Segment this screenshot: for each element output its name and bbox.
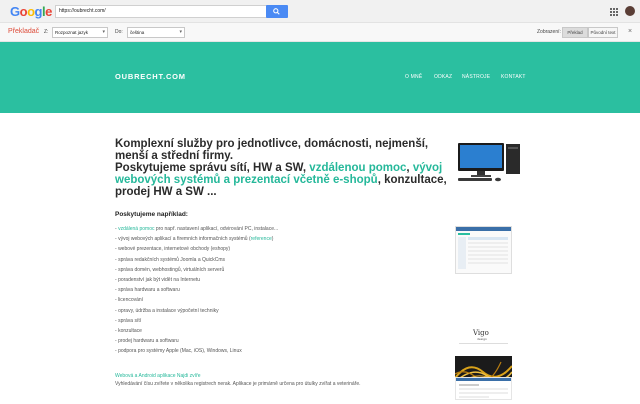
brand-logo-image: Vigo design: [459, 329, 508, 344]
services-list: - vzdálená pomoc pro např. nastavení apl…: [115, 224, 445, 356]
logo-letter: G: [10, 4, 20, 19]
main-content: Komplexní služby pro jednotlivce, domácn…: [0, 113, 640, 400]
url-input[interactable]: https://oubrecht.com/: [55, 5, 267, 18]
list-item: - správa hardwaru a softwaru: [115, 285, 445, 295]
logo-letter: o: [27, 4, 35, 19]
translate-title[interactable]: Překladač: [8, 28, 39, 35]
headline-text: Poskytujeme správu sítí, HW a SW,: [115, 162, 310, 174]
list-item: - licencování: [115, 295, 445, 305]
target-language-select[interactable]: čeština ▾: [127, 27, 185, 38]
view-label: Zobrazení:: [537, 29, 561, 35]
page-headline: Komplexní služby pro jednotlivce, domácn…: [115, 138, 460, 198]
logo-thumbnail[interactable]: Vigo design: [455, 326, 512, 356]
reference-link[interactable]: reference: [251, 236, 272, 242]
list-item-text: správa redakčních systémů Joomla a Quick…: [118, 256, 226, 263]
chevron-down-icon: ▾: [179, 29, 182, 35]
list-item-text: správa sítí: [118, 317, 142, 324]
close-icon[interactable]: ×: [628, 28, 632, 35]
translate-bar: Překladač Z: Rozpoznat jazyk ▾ Do: češti…: [0, 23, 640, 42]
list-item-text: vývoj webových aplikací a firemních info…: [118, 236, 251, 243]
remote-help-link[interactable]: vzdálenou pomoc: [309, 162, 406, 174]
web-app-screenshot: [456, 227, 511, 269]
original-view-button[interactable]: Původní text: [588, 27, 618, 38]
search-icon: [273, 8, 280, 15]
computer-illustration: [458, 143, 520, 182]
list-item-text: konzultace: [118, 327, 142, 334]
list-item-text: správa domén, webhostingů, virtuálních s…: [118, 266, 225, 273]
list-item-text: pro např. nastavení aplikací, odvirování…: [154, 226, 279, 232]
nav-tools[interactable]: NÁSTROJE: [462, 74, 490, 80]
translated-view-button[interactable]: Překlad: [562, 27, 588, 38]
list-item-text: správa hardwaru a softwaru: [118, 287, 180, 294]
from-label: Z:: [44, 29, 49, 35]
site-header: OUBRECHT.COM O MNĚ ODKAZ NÁSTROJE KONTAK…: [0, 42, 640, 113]
list-item-text: podpora pro systémy Apple (Mac, iOS), Wi…: [118, 348, 242, 355]
list-item-text: licencování: [118, 297, 144, 304]
android-app-description: Vyhledávání čísu zvířete v několika regi…: [115, 381, 361, 387]
list-item: - správa domén, webhostingů, virtuálních…: [115, 265, 445, 275]
target-language-value: čeština: [130, 30, 145, 35]
list-item: - vzdálená pomoc pro např. nastavení apl…: [115, 224, 445, 234]
app-screenshot-thumbnail[interactable]: [455, 377, 512, 400]
browser-top-bar: Google https://oubrecht.com/: [0, 0, 640, 23]
avatar[interactable]: [625, 6, 635, 16]
list-item: - poradenství jak být vidět na Internetu: [115, 275, 445, 285]
list-item-text: poradenství jak být vidět na Internetu: [118, 276, 201, 283]
list-item-text: opravy, údržba a instalace výpočetní tec…: [118, 307, 219, 314]
svg-text:Vigo: Vigo: [472, 329, 489, 337]
list-item: - opravy, údržba a instalace výpočetní t…: [115, 306, 445, 316]
logo-letter: g: [34, 4, 43, 19]
nav-contact[interactable]: KONTAKT: [501, 74, 526, 80]
list-item: - podpora pro systémy Apple (Mac, iOS), …: [115, 346, 445, 356]
list-item: - vývoj webových aplikací a firemních in…: [115, 234, 445, 244]
android-app-link[interactable]: Webová a Android aplikace Najdi zvíře: [115, 373, 201, 379]
apps-grid-icon[interactable]: [610, 8, 618, 16]
nav-about[interactable]: O MNĚ: [405, 74, 422, 80]
google-logo[interactable]: Google: [10, 4, 52, 19]
site-brand[interactable]: OUBRECHT.COM: [115, 72, 186, 81]
remote-help-item-link[interactable]: vzdálená pomoc: [118, 226, 154, 232]
list-item: - konzultace: [115, 326, 445, 336]
source-language-select[interactable]: Rozpoznat jazyk ▾: [52, 27, 108, 38]
list-item-text: prodej hardwaru a softwaru: [118, 338, 179, 345]
headline-text: Komplexní služby pro jednotlivce, domácn…: [115, 138, 429, 162]
list-item: - webové prezentace, internetové obchody…: [115, 244, 445, 254]
app-screenshot-image: [456, 378, 511, 398]
logo-letter: o: [19, 4, 28, 19]
chevron-down-icon: ▾: [102, 29, 105, 35]
list-item-suffix: ): [271, 236, 274, 243]
svg-text:design: design: [477, 337, 487, 341]
list-item: - prodej hardwaru a softwaru: [115, 336, 445, 346]
nav-link[interactable]: ODKAZ: [434, 74, 452, 80]
services-heading: Poskytujeme například:: [115, 211, 188, 218]
source-language-value: Rozpoznat jazyk: [55, 30, 89, 35]
to-label: Do:: [115, 29, 123, 35]
reference-screenshot-thumbnail[interactable]: [455, 226, 512, 274]
logo-letter: e: [45, 4, 52, 19]
list-item-text: webové prezentace, internetové obchody (…: [118, 246, 231, 253]
list-item: - správa redakčních systémů Joomla a Qui…: [115, 255, 445, 265]
search-button[interactable]: [266, 5, 288, 18]
list-item: - správa sítí: [115, 316, 445, 326]
